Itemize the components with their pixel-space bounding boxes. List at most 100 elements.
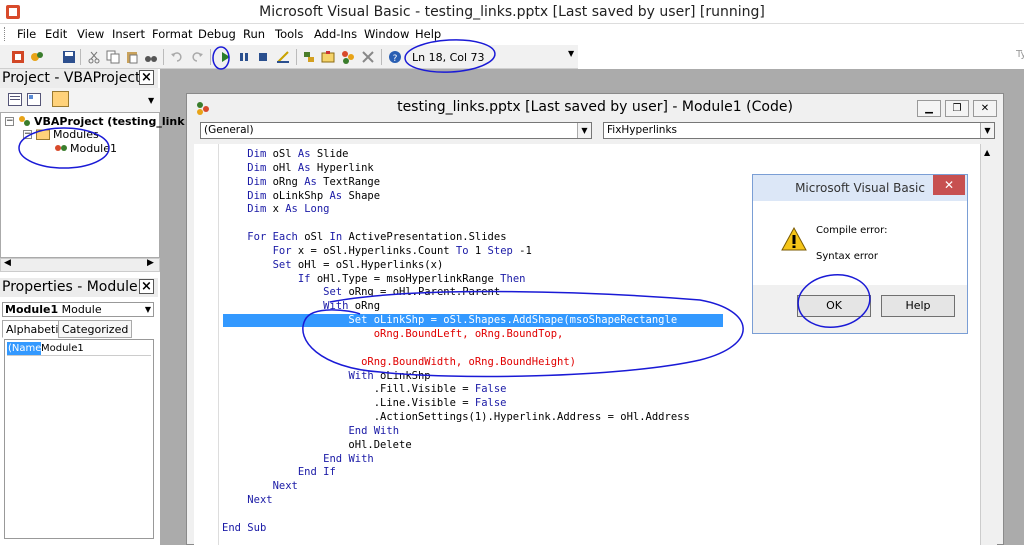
menu-add-ins[interactable]: Add-Ins <box>314 27 357 41</box>
code-line[interactable]: End Sub <box>222 522 690 536</box>
design-mode-icon[interactable] <box>276 50 290 64</box>
scroll-right-icon[interactable]: ▶ <box>147 258 154 268</box>
project-close-icon[interactable]: × <box>139 70 154 85</box>
menu-format[interactable]: Format <box>152 27 193 41</box>
properties-window-icon[interactable] <box>321 50 335 64</box>
code-line[interactable]: .Fill.Visible = False <box>222 383 690 397</box>
code-line[interactable]: If oHl.Type = msoHyperlinkRange Then <box>222 273 690 287</box>
view-object-icon[interactable] <box>27 93 41 106</box>
properties-object-dropdown[interactable]: Module1 Module ▼ <box>2 302 154 317</box>
chevron-down-icon[interactable]: ▼ <box>145 303 151 316</box>
object-combo[interactable]: (General) ▼ <box>200 122 592 139</box>
menu-help[interactable]: Help <box>415 27 441 41</box>
insert-module-icon[interactable] <box>30 50 44 64</box>
procedure-combo[interactable]: FixHyperlinks ▼ <box>603 122 995 139</box>
code-text[interactable]: Dim oSl As Slide Dim oHl As Hyperlink Di… <box>222 148 690 536</box>
tab-categorized[interactable]: Categorized <box>58 320 133 338</box>
toolbox-icon[interactable] <box>361 50 375 64</box>
code-line[interactable]: With oRng <box>222 300 690 314</box>
warning-icon <box>781 227 807 251</box>
project-root[interactable]: VBAProject (testing_link <box>34 115 185 128</box>
reset-icon[interactable] <box>256 50 270 64</box>
code-line[interactable]: Next <box>222 480 690 494</box>
powerpoint-view-icon[interactable] <box>11 50 25 64</box>
menu-tools[interactable]: Tools <box>275 27 303 41</box>
code-line[interactable]: Dim oLinkShp As Shape <box>222 190 690 204</box>
code-line[interactable]: Set oRng = oHl.Parent.Parent <box>222 286 690 300</box>
menu-window[interactable]: Window <box>364 27 409 41</box>
code-line[interactable]: Dim oRng As TextRange <box>222 176 690 190</box>
code-line[interactable]: oRng.BoundLeft, oRng.BoundTop, <box>222 328 690 342</box>
code-line[interactable]: Set oLinkShp = oSl.Shapes.AddShape(msoSh… <box>222 314 690 328</box>
help-icon[interactable]: ? <box>388 50 402 64</box>
copy-icon[interactable] <box>106 50 120 64</box>
menu-run[interactable]: Run <box>243 27 265 41</box>
properties-close-icon[interactable]: × <box>139 279 154 294</box>
project-hscrollbar[interactable]: ◀ ▶ <box>0 258 160 272</box>
code-line[interactable]: Dim oSl As Slide <box>222 148 690 162</box>
menu-edit[interactable]: Edit <box>45 27 67 41</box>
code-line[interactable]: Dim x As Long <box>222 203 690 217</box>
menu-view[interactable]: View <box>77 27 104 41</box>
break-icon[interactable] <box>237 50 251 64</box>
module1-node[interactable]: Module1 <box>70 142 117 155</box>
code-line[interactable]: With oLinkShp <box>222 370 690 384</box>
collapse-icon[interactable]: − <box>5 117 14 126</box>
procedure-combo-value: FixHyperlinks <box>607 124 677 136</box>
undo-icon[interactable] <box>170 50 184 64</box>
ok-button[interactable]: OK <box>797 295 871 317</box>
dialog-message-line2: Syntax error <box>816 251 878 262</box>
code-line[interactable] <box>222 342 690 356</box>
object-combo-value: (General) <box>204 124 254 136</box>
redo-icon[interactable] <box>190 50 204 64</box>
cut-icon[interactable] <box>87 50 101 64</box>
code-line[interactable]: End With <box>222 453 690 467</box>
help-button[interactable]: Help <box>881 295 955 317</box>
close-button[interactable]: ✕ <box>973 100 997 117</box>
code-line[interactable]: For x = oSl.Hyperlinks.Count To 1 Step -… <box>222 245 690 259</box>
run-icon[interactable] <box>218 50 232 64</box>
code-window-title: testing_links.pptx [Last saved by user] … <box>397 99 793 115</box>
collapse-icon[interactable]: − <box>23 130 32 139</box>
minimize-button[interactable]: ▁ <box>917 100 941 117</box>
property-name-cell[interactable]: (Name) <box>7 342 45 355</box>
menu-insert[interactable]: Insert <box>112 27 145 41</box>
search-input[interactable]: Ty <box>1016 49 1024 67</box>
code-line[interactable]: .ActionSettings(1).Hyperlink.Address = o… <box>222 411 690 425</box>
window-title: Microsoft Visual Basic - testing_links.p… <box>259 4 765 20</box>
code-line[interactable]: oRng.BoundWidth, oRng.BoundHeight) <box>222 356 690 370</box>
menu-grip[interactable] <box>4 27 7 41</box>
menu-debug[interactable]: Debug <box>198 27 236 41</box>
compile-error-dialog: Microsoft Visual Basic ✕ Compile error: … <box>752 174 968 334</box>
toggle-folders-icon[interactable] <box>52 91 69 107</box>
code-line[interactable]: End With <box>222 425 690 439</box>
dialog-close-icon[interactable]: ✕ <box>933 175 965 195</box>
project-explorer-icon[interactable] <box>302 50 316 64</box>
code-line[interactable] <box>222 217 690 231</box>
view-code-icon[interactable] <box>8 93 22 106</box>
code-line[interactable] <box>222 508 690 522</box>
restore-button[interactable]: ❐ <box>945 100 969 117</box>
modules-folder[interactable]: Modules <box>53 128 99 141</box>
save-icon[interactable] <box>62 50 76 64</box>
object-browser-icon[interactable] <box>341 50 355 64</box>
project-toolbar-more-icon[interactable]: ▼ <box>148 96 154 105</box>
scroll-left-icon[interactable]: ◀ <box>4 258 11 268</box>
code-line[interactable]: oHl.Delete <box>222 439 690 453</box>
chevron-down-icon[interactable]: ▼ <box>577 123 591 138</box>
code-line[interactable]: .Line.Visible = False <box>222 397 690 411</box>
code-line[interactable]: Set oHl = oSl.Hyperlinks(x) <box>222 259 690 273</box>
find-icon[interactable] <box>144 50 158 64</box>
property-value-cell[interactable]: Module1 <box>41 342 84 355</box>
scroll-up-icon[interactable]: ▲ <box>984 148 990 157</box>
chevron-down-icon[interactable]: ▼ <box>980 123 994 138</box>
toolbar-options-icon[interactable]: ▼ <box>568 49 574 58</box>
code-line[interactable]: Dim oHl As Hyperlink <box>222 162 690 176</box>
code-line[interactable]: End If <box>222 466 690 480</box>
code-vscrollbar[interactable]: ▲ <box>980 144 997 545</box>
paste-icon[interactable] <box>125 50 139 64</box>
code-line[interactable]: For Each oSl In ActivePresentation.Slide… <box>222 231 690 245</box>
menu-file[interactable]: File <box>17 27 36 41</box>
code-line[interactable]: Next <box>222 494 690 508</box>
code-margin[interactable] <box>194 144 219 545</box>
